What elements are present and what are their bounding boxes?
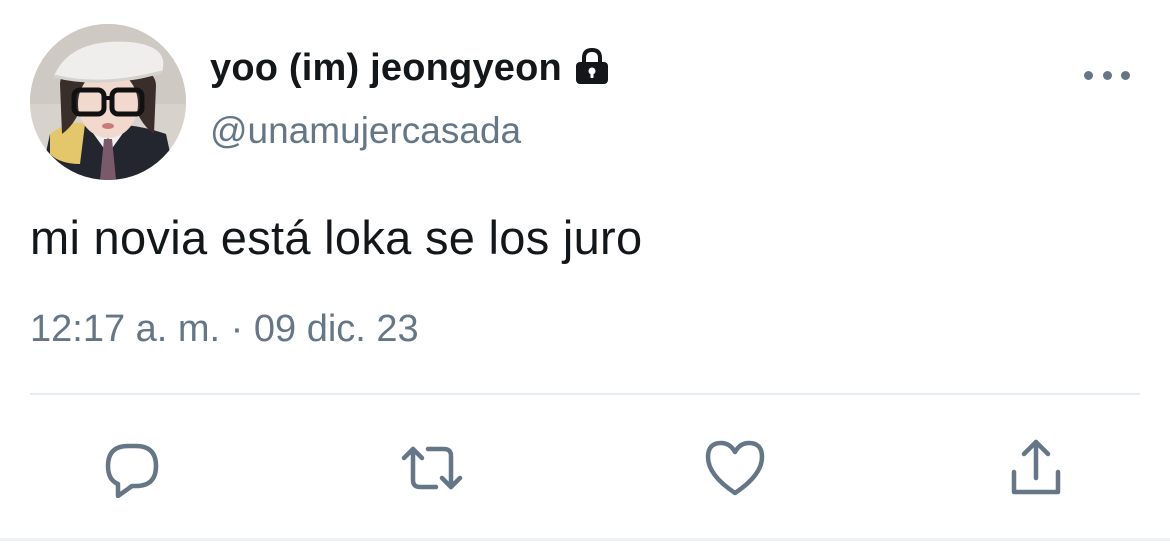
share-icon bbox=[1011, 439, 1061, 495]
more-dot bbox=[1084, 70, 1093, 80]
display-name-row: yoo (im) jeongyeon bbox=[210, 44, 612, 92]
more-dot bbox=[1121, 70, 1130, 80]
retweet-icon bbox=[401, 446, 463, 490]
avatar[interactable] bbox=[30, 24, 186, 180]
reply-icon bbox=[105, 443, 159, 498]
lock-icon bbox=[572, 46, 612, 86]
avatar-image bbox=[30, 24, 186, 180]
timestamp[interactable]: 12:17 a. m. · 09 dic. 23 bbox=[30, 308, 419, 351]
reply-button[interactable] bbox=[100, 436, 164, 500]
tweet: yoo (im) jeongyeon @unamujercasada mi no… bbox=[0, 0, 1170, 558]
bottom-divider bbox=[0, 538, 1170, 541]
heart-icon bbox=[705, 440, 765, 496]
like-button[interactable] bbox=[703, 436, 767, 500]
divider bbox=[30, 393, 1140, 395]
display-name[interactable]: yoo (im) jeongyeon bbox=[210, 47, 562, 90]
tweet-text: mi novia está loka se los juro bbox=[30, 211, 643, 264]
retweet-button[interactable] bbox=[400, 436, 464, 500]
share-button[interactable] bbox=[1004, 436, 1068, 500]
handle[interactable]: @unamujercasada bbox=[210, 110, 521, 152]
more-dot bbox=[1102, 70, 1112, 80]
more-icon[interactable] bbox=[1084, 60, 1130, 90]
